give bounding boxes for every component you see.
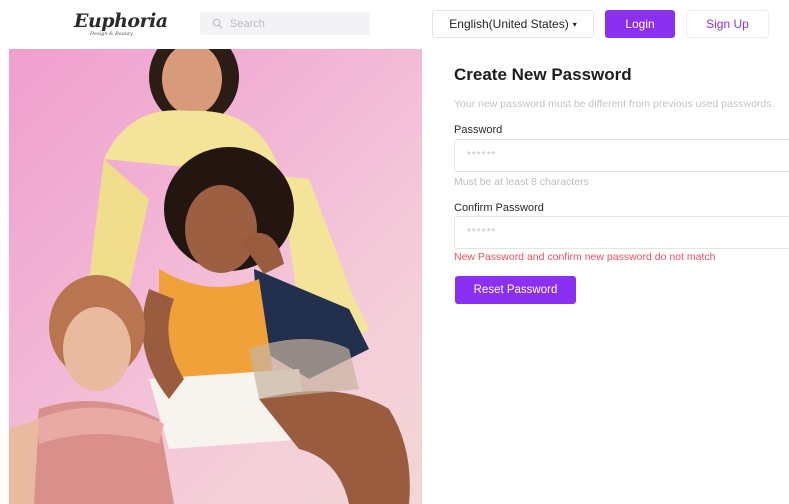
- language-selector[interactable]: English(United States) ▾: [432, 10, 594, 38]
- hero-photo: [9, 49, 422, 504]
- confirm-password-label: Confirm Password: [454, 202, 544, 214]
- caret-down-icon: ▾: [572, 19, 577, 29]
- signup-button[interactable]: Sign Up: [686, 10, 769, 38]
- confirm-password-field[interactable]: [454, 216, 789, 249]
- search-input[interactable]: [230, 17, 360, 30]
- search-box[interactable]: [200, 12, 370, 35]
- password-hint: Must be at least 8 characters: [454, 176, 589, 188]
- language-label: English(United States): [449, 17, 569, 31]
- password-mismatch-error: New Password and confirm new password do…: [454, 251, 716, 263]
- search-icon: [212, 18, 223, 29]
- login-button[interactable]: Login: [605, 10, 675, 38]
- top-header: Euphoria Design & Beauty English(United …: [0, 0, 789, 48]
- password-label: Password: [454, 124, 503, 136]
- brand-logo[interactable]: Euphoria Design & Beauty: [74, 10, 168, 40]
- password-field[interactable]: [454, 139, 789, 172]
- logo-tagline: Design & Beauty: [90, 31, 133, 37]
- hero-illustration: [9, 49, 410, 504]
- reset-password-button[interactable]: Reset Password: [455, 276, 576, 304]
- form-subtitle: Your new password must be different from…: [454, 98, 775, 110]
- logo-wordmark: Euphoria: [74, 10, 168, 32]
- page-title: Create New Password: [454, 65, 632, 84]
